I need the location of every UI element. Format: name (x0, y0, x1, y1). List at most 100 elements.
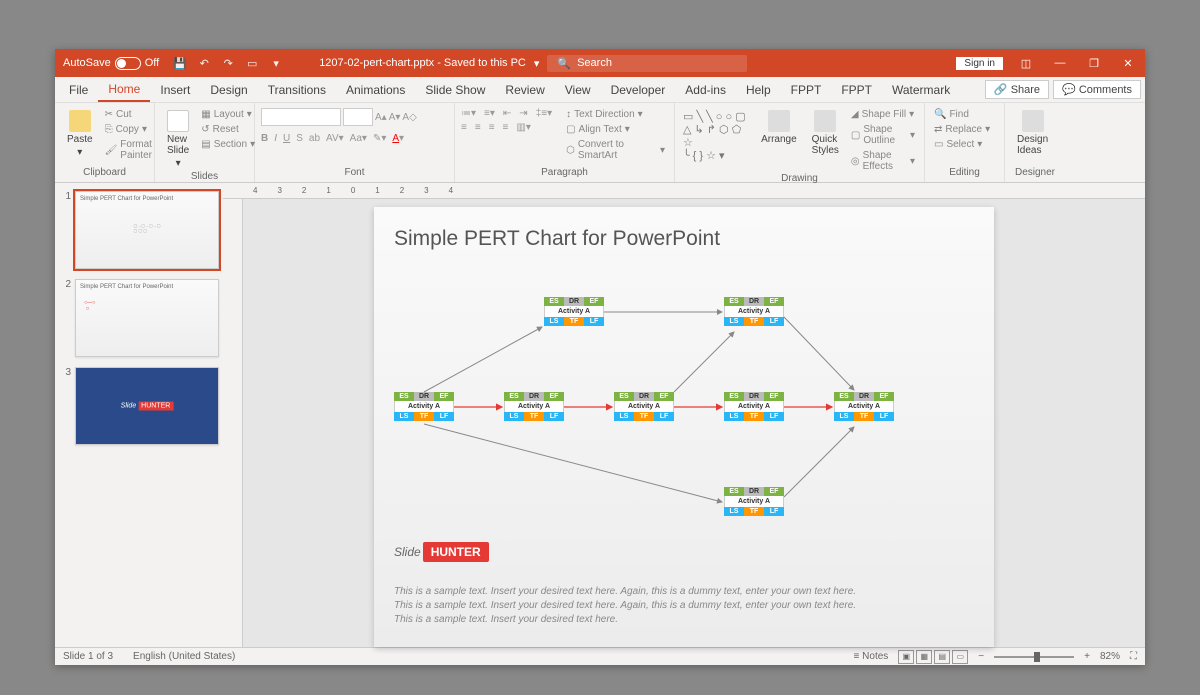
find-button[interactable]: 🔍 Find (931, 108, 993, 121)
pert-node[interactable]: ESDREFActivity ALSTFLF (834, 392, 894, 421)
share-button[interactable]: 🔗 Share (985, 80, 1049, 99)
tab-developer[interactable]: Developer (601, 79, 676, 101)
pert-node[interactable]: ESDREF Activity A LSTFLF (544, 297, 604, 326)
comments-button[interactable]: 💬 Comments (1053, 80, 1141, 99)
search-box[interactable]: 🔍 Search (547, 55, 747, 72)
tab-watermark[interactable]: Watermark (882, 79, 960, 101)
minimize-icon[interactable]: — (1043, 49, 1077, 77)
align-right-button[interactable]: ≡ (489, 122, 495, 133)
shape-fill-button[interactable]: ◢ Shape Fill ▾ (848, 108, 918, 121)
shrink-font-icon[interactable]: A▾ (389, 112, 401, 123)
numbering-button[interactable]: ≡▾ (484, 108, 495, 119)
zoom-out-button[interactable]: − (978, 651, 984, 662)
thumbnail-1[interactable]: 1 Simple PERT Chart for PowerPoint ▢→▢→▢… (59, 191, 219, 269)
redo-icon[interactable]: ↷ (221, 56, 235, 70)
underline-button[interactable]: U (283, 133, 290, 144)
tab-design[interactable]: Design (200, 79, 257, 101)
shadow-button[interactable]: ab (309, 133, 320, 144)
reset-button[interactable]: ↺ Reset (198, 123, 258, 136)
ribbon-display-icon[interactable]: ◫ (1009, 49, 1043, 77)
cut-button[interactable]: ✂ Cut (102, 108, 155, 121)
thumbnail-3[interactable]: 3 Slide HUNTER (59, 367, 219, 445)
zoom-slider[interactable] (994, 656, 1074, 658)
thumbnail-2[interactable]: 2 Simple PERT Chart for PowerPoint ○─○ ○ (59, 279, 219, 357)
language[interactable]: English (United States) (133, 651, 235, 662)
shape-effects-button[interactable]: ◎ Shape Effects ▾ (848, 149, 918, 173)
present-icon[interactable]: ▭ (245, 56, 259, 70)
highlight-button[interactable]: ✎▾ (373, 133, 386, 144)
align-center-button[interactable]: ≡ (475, 122, 481, 133)
pert-node[interactable]: ESDREFActivity ALSTFLF (394, 392, 454, 421)
pert-node[interactable]: ESDREFActivity ALSTFLF (504, 392, 564, 421)
more-icon[interactable]: ▾ (269, 56, 283, 70)
section-button[interactable]: ▤ Section ▾ (198, 138, 258, 151)
close-icon[interactable]: ✕ (1111, 49, 1145, 77)
case-button[interactable]: Aa▾ (350, 133, 367, 144)
tab-fppt[interactable]: FPPT (781, 79, 832, 101)
design-ideas-button[interactable]: Design Ideas (1011, 108, 1054, 158)
undo-icon[interactable]: ↶ (197, 56, 211, 70)
smartart-button[interactable]: ⬡ Convert to SmartArt ▾ (563, 138, 668, 162)
spacing-button[interactable]: AV▾ (326, 133, 344, 144)
new-slide-button[interactable]: New Slide▾ (161, 108, 195, 171)
quick-styles-button[interactable]: Quick Styles (806, 108, 845, 158)
sample-text[interactable]: This is a sample text. Insert your desir… (394, 585, 974, 627)
reading-view-icon[interactable]: ▤ (934, 650, 950, 664)
shape-outline-button[interactable]: ▢ Shape Outline ▾ (848, 123, 918, 147)
pert-node[interactable]: ESDREFActivity ALSTFLF (724, 487, 784, 516)
clear-format-icon[interactable]: A◇ (402, 112, 416, 123)
align-text-button[interactable]: ▢ Align Text ▾ (563, 123, 668, 136)
slide-count[interactable]: Slide 1 of 3 (63, 651, 113, 662)
tab-fppt2[interactable]: FPPT (831, 79, 882, 101)
slide-canvas[interactable]: Simple PERT Chart for PowerPoint ESDREF … (374, 207, 994, 647)
notes-button[interactable]: ≡ Notes (854, 651, 889, 662)
pert-node[interactable]: ESDREFActivity ALSTFLF (724, 392, 784, 421)
align-left-button[interactable]: ≡ (461, 122, 467, 133)
tab-review[interactable]: Review (495, 79, 554, 101)
tab-slideshow[interactable]: Slide Show (415, 79, 495, 101)
font-color-button[interactable]: A▾ (392, 133, 404, 144)
strike-button[interactable]: S (296, 133, 303, 144)
arrange-button[interactable]: Arrange (755, 108, 803, 147)
layout-button[interactable]: ▦ Layout ▾ (198, 108, 258, 121)
zoom-in-button[interactable]: + (1084, 651, 1090, 662)
font-name-input[interactable] (261, 108, 341, 126)
autosave-toggle[interactable]: AutoSave Off (55, 57, 167, 70)
font-size-input[interactable] (343, 108, 373, 126)
pert-diagram[interactable]: ESDREF Activity A LSTFLF ESDREF Activity… (394, 297, 974, 527)
filename-dropdown-icon[interactable]: ▾ (534, 57, 540, 70)
bullets-button[interactable]: ≔▾ (461, 108, 476, 119)
linespacing-button[interactable]: ‡≡▾ (536, 108, 552, 119)
tab-animations[interactable]: Animations (336, 79, 415, 101)
text-direction-button[interactable]: ↕ Text Direction ▾ (563, 108, 668, 121)
paste-button[interactable]: Paste▾ (61, 108, 99, 160)
normal-view-icon[interactable]: ▣ (898, 650, 914, 664)
tab-addins[interactable]: Add-ins (675, 79, 736, 101)
thumbnail-pane[interactable]: 1 Simple PERT Chart for PowerPoint ▢→▢→▢… (55, 183, 223, 647)
bold-button[interactable]: B (261, 133, 268, 144)
save-icon[interactable]: 💾 (173, 56, 187, 70)
maximize-icon[interactable]: ❐ (1077, 49, 1111, 77)
tab-home[interactable]: Home (98, 78, 150, 102)
indent-inc-button[interactable]: ⇥ (519, 108, 527, 119)
tab-file[interactable]: File (59, 79, 98, 101)
tab-insert[interactable]: Insert (150, 79, 200, 101)
pert-node[interactable]: ESDREFActivity ALSTFLF (614, 392, 674, 421)
columns-button[interactable]: ▥▾ (516, 122, 530, 133)
italic-button[interactable]: I (274, 133, 277, 144)
replace-button[interactable]: ⇄ Replace ▾ (931, 123, 993, 136)
select-button[interactable]: ▭ Select ▾ (931, 138, 993, 151)
format-painter-button[interactable]: 🖌 Format Painter (102, 138, 155, 162)
shapes-gallery[interactable]: ▭ ╲ ╲ ○ ○ ▢△ ↳ ↱ ⬡ ⬠ ☆╰ { } ☆ ▾ (681, 108, 752, 156)
pert-node[interactable]: ESDREF Activity A LSTFLF (724, 297, 784, 326)
fit-window-icon[interactable]: ⛶ (1130, 651, 1137, 662)
sorter-view-icon[interactable]: ▦ (916, 650, 932, 664)
slideshow-view-icon[interactable]: ▭ (952, 650, 968, 664)
copy-button[interactable]: ⎘ Copy ▾ (102, 123, 155, 136)
indent-dec-button[interactable]: ⇤ (503, 108, 511, 119)
tab-help[interactable]: Help (736, 79, 781, 101)
grow-font-icon[interactable]: A▴ (375, 112, 387, 123)
tab-transitions[interactable]: Transitions (258, 79, 336, 101)
zoom-value[interactable]: 82% (1100, 651, 1120, 662)
justify-button[interactable]: ≡ (503, 122, 509, 133)
